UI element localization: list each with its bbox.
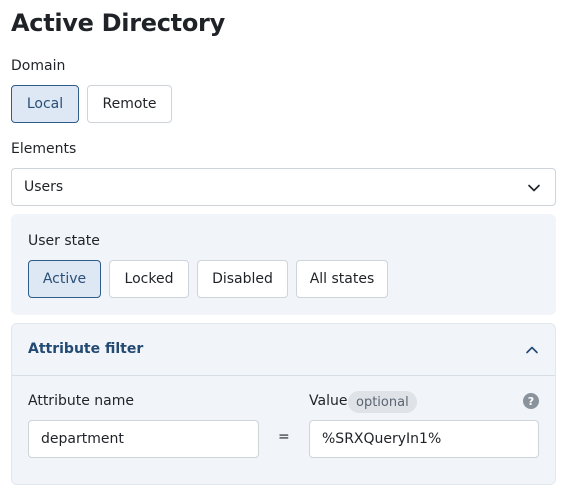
active-directory-form: Active Directory Domain Local Remote Ele… (0, 0, 566, 488)
user-state-all-button[interactable]: All states (296, 260, 388, 298)
domain-remote-button[interactable]: Remote (87, 85, 172, 123)
user-state-locked-button[interactable]: Locked (109, 260, 189, 298)
chevron-down-icon (528, 184, 540, 192)
attribute-filter-title: Attribute filter (28, 341, 144, 357)
user-state-disabled-button[interactable]: Disabled (197, 260, 288, 298)
elements-label: Elements (11, 141, 77, 157)
domain-label: Domain (11, 58, 66, 74)
elements-select-value: Users (24, 179, 64, 195)
help-icon[interactable]: ? (523, 393, 539, 409)
equals-operator: = (278, 429, 290, 445)
chevron-up-icon[interactable] (525, 343, 539, 357)
domain-local-button[interactable]: Local (11, 85, 79, 123)
optional-badge: optional (348, 391, 417, 413)
user-state-active-button[interactable]: Active (28, 260, 101, 298)
elements-select[interactable]: Users (11, 168, 556, 206)
attribute-name-label: Attribute name (28, 393, 134, 409)
attribute-filter-header[interactable]: Attribute filter (12, 324, 555, 376)
user-state-label: User state (28, 233, 100, 249)
value-input[interactable] (309, 420, 539, 458)
attribute-name-input[interactable] (28, 420, 259, 458)
page-title: Active Directory (11, 9, 225, 37)
value-label: Value (309, 393, 348, 409)
